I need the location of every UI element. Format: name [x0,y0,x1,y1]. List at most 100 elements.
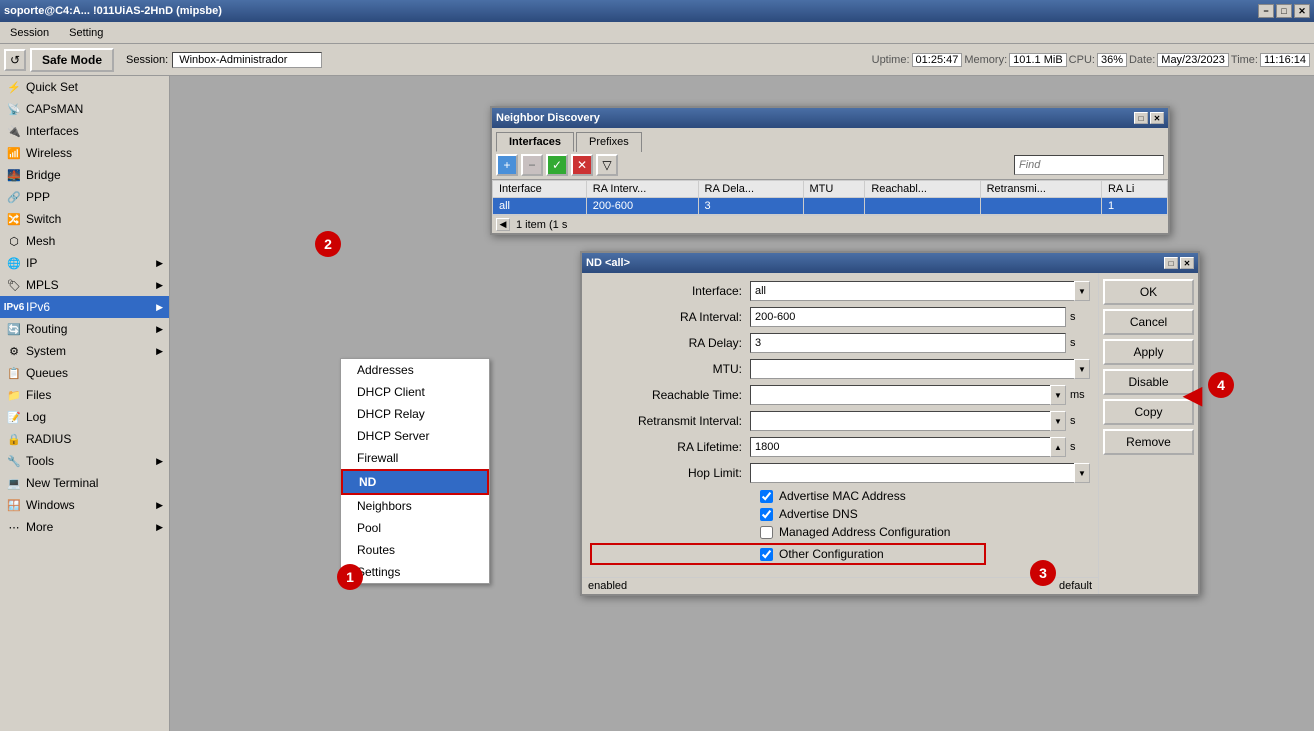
cross-button[interactable]: ✕ [571,154,593,176]
cancel-button[interactable]: Cancel [1103,309,1194,335]
refresh-icon[interactable]: ↺ [4,49,26,71]
sidebar-item-more[interactable]: ⋯ More ▶ [0,516,169,538]
sidebar-item-ipv6[interactable]: IPv6 IPv6 ▶ [0,296,169,318]
nd-all-minimize-button[interactable]: □ [1164,257,1178,269]
dropdown-item-addresses[interactable]: Addresses [341,359,489,381]
badge-3: 3 [1030,560,1056,586]
routing-icon: 🔄 [6,321,22,337]
col-interface: Interface [493,181,587,198]
sidebar-label-ip: IP [26,256,37,270]
nd-all-status-right: default [1059,580,1092,592]
interfaces-icon: 🔌 [6,123,22,139]
hop-limit-dropdown-button[interactable]: ▼ [1074,463,1090,483]
find-input[interactable] [1014,155,1164,175]
close-button[interactable]: ✕ [1294,4,1310,18]
filter-button[interactable]: ▽ [596,154,618,176]
ra-interval-input[interactable] [750,307,1066,327]
memory-label: Memory: [964,54,1007,66]
mtu-label: MTU: [590,362,750,376]
mtu-dropdown-button[interactable]: ▼ [1074,359,1090,379]
menu-setting[interactable]: Setting [63,25,109,41]
sidebar-item-mesh[interactable]: ⬡ Mesh [0,230,169,252]
nd-minimize-button[interactable]: □ [1134,112,1148,124]
dropdown-item-nd[interactable]: ND [341,469,489,495]
sidebar-label-switch: Switch [26,212,61,226]
dropdown-item-routes[interactable]: Routes [341,539,489,561]
add-button[interactable]: + [496,154,518,176]
sidebar-item-queues[interactable]: 📋 Queues [0,362,169,384]
sidebar-item-ppp[interactable]: 🔗 PPP [0,186,169,208]
nd-all-close-button[interactable]: ✕ [1180,257,1194,269]
ra-delay-input[interactable] [750,333,1066,353]
menu-session[interactable]: Session [4,25,55,41]
sidebar-item-new-terminal[interactable]: 💻 New Terminal [0,472,169,494]
reachable-time-input[interactable] [750,385,1050,405]
remove-button[interactable]: Remove [1103,429,1194,455]
table-row[interactable]: all 200-600 3 1 [493,198,1168,215]
tab-interfaces[interactable]: Interfaces [496,132,574,152]
session-value[interactable]: Winbox-Administrador [172,52,322,68]
managed-addr-row: Managed Address Configuration [590,525,1090,539]
sidebar-item-bridge[interactable]: 🌉 Bridge [0,164,169,186]
sidebar-item-windows[interactable]: 🪟 Windows ▶ [0,494,169,516]
sidebar-item-routing[interactable]: 🔄 Routing ▶ [0,318,169,340]
hop-limit-label: Hop Limit: [590,466,750,480]
mpls-icon: 🏷 [6,277,22,293]
managed-addr-label: Managed Address Configuration [779,525,950,539]
dropdown-item-dhcp-relay[interactable]: DHCP Relay [341,403,489,425]
mtu-input[interactable] [750,359,1074,379]
advertise-dns-checkbox[interactable] [760,508,773,521]
advertise-mac-label: Advertise MAC Address [779,489,906,503]
check-button[interactable]: ✓ [546,154,568,176]
dropdown-item-dhcp-server[interactable]: DHCP Server [341,425,489,447]
nd-close-button[interactable]: ✕ [1150,112,1164,124]
reachable-dropdown-button[interactable]: ▼ [1050,385,1066,405]
sidebar-item-files[interactable]: 📁 Files [0,384,169,406]
other-config-checkbox[interactable] [760,548,773,561]
tab-prefixes[interactable]: Prefixes [576,132,642,152]
maximize-button[interactable]: □ [1276,4,1292,18]
apply-button[interactable]: Apply [1103,339,1194,365]
dropdown-item-firewall[interactable]: Firewall [341,447,489,469]
sidebar-item-tools[interactable]: 🔧 Tools ▶ [0,450,169,472]
nd-all-form: Interface: ▼ RA Interval: s [582,273,1098,577]
sidebar-item-system[interactable]: ⚙ System ▶ [0,340,169,362]
sidebar-item-wireless[interactable]: 📶 Wireless [0,142,169,164]
minimize-button[interactable]: − [1258,4,1274,18]
tools-arrow-icon: ▶ [156,456,163,467]
dropdown-item-pool[interactable]: Pool [341,517,489,539]
advertise-mac-checkbox[interactable] [760,490,773,503]
time-label: Time: [1231,54,1258,66]
interface-dropdown-button[interactable]: ▼ [1074,281,1090,301]
tools-icon: 🔧 [6,453,22,469]
sidebar-item-radius[interactable]: 🔒 RADIUS [0,428,169,450]
dropdown-item-settings[interactable]: Settings [341,561,489,583]
sidebar-item-interfaces[interactable]: 🔌 Interfaces [0,120,169,142]
ra-lifetime-up-button[interactable]: ▲ [1050,437,1066,457]
uptime-label: Uptime: [872,54,910,66]
sidebar-item-capsman[interactable]: 📡 CAPsMAN [0,98,169,120]
sidebar-label-log: Log [26,410,46,424]
badge-1: 1 [337,564,363,590]
reachable-unit: ms [1070,389,1090,401]
ok-button[interactable]: OK [1103,279,1194,305]
sidebar-item-quick-set[interactable]: ⚡ Quick Set [0,76,169,98]
delete-button[interactable]: − [521,154,543,176]
managed-addr-checkbox[interactable] [760,526,773,539]
sidebar-item-switch[interactable]: 🔀 Switch [0,208,169,230]
interface-input[interactable] [750,281,1074,301]
hop-limit-input[interactable] [750,463,1074,483]
sidebar-label-windows: Windows [26,498,75,512]
ra-lifetime-input[interactable] [750,437,1050,457]
copy-button[interactable]: Copy [1103,399,1194,425]
dropdown-item-dhcp-client[interactable]: DHCP Client [341,381,489,403]
sidebar-item-ip[interactable]: 🌐 IP ▶ [0,252,169,274]
sidebar-item-log[interactable]: 📝 Log [0,406,169,428]
safe-mode-button[interactable]: Safe Mode [30,48,114,72]
disable-button[interactable]: Disable [1103,369,1194,395]
scroll-left-button[interactable]: ◀ [496,218,510,231]
retransmit-dropdown-button[interactable]: ▼ [1050,411,1066,431]
retransmit-input[interactable] [750,411,1050,431]
dropdown-item-neighbors[interactable]: Neighbors [341,495,489,517]
sidebar-item-mpls[interactable]: 🏷 MPLS ▶ [0,274,169,296]
